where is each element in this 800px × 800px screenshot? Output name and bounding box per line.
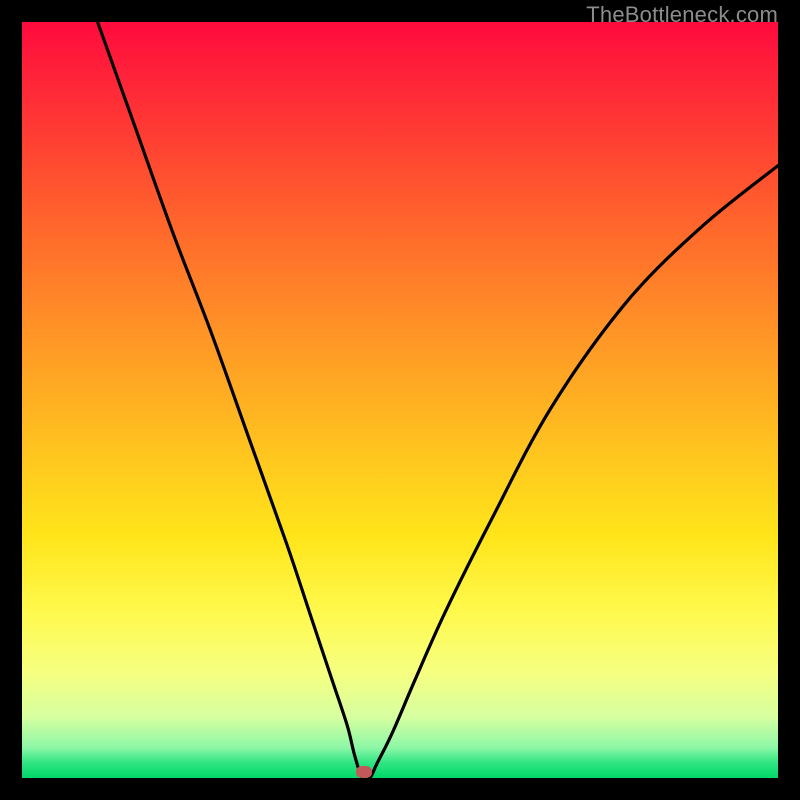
bottleneck-curve (22, 22, 778, 778)
chart-frame: TheBottleneck.com (0, 0, 800, 800)
min-point-marker (356, 766, 372, 778)
curve-path (98, 22, 778, 778)
plot-area (22, 22, 778, 778)
